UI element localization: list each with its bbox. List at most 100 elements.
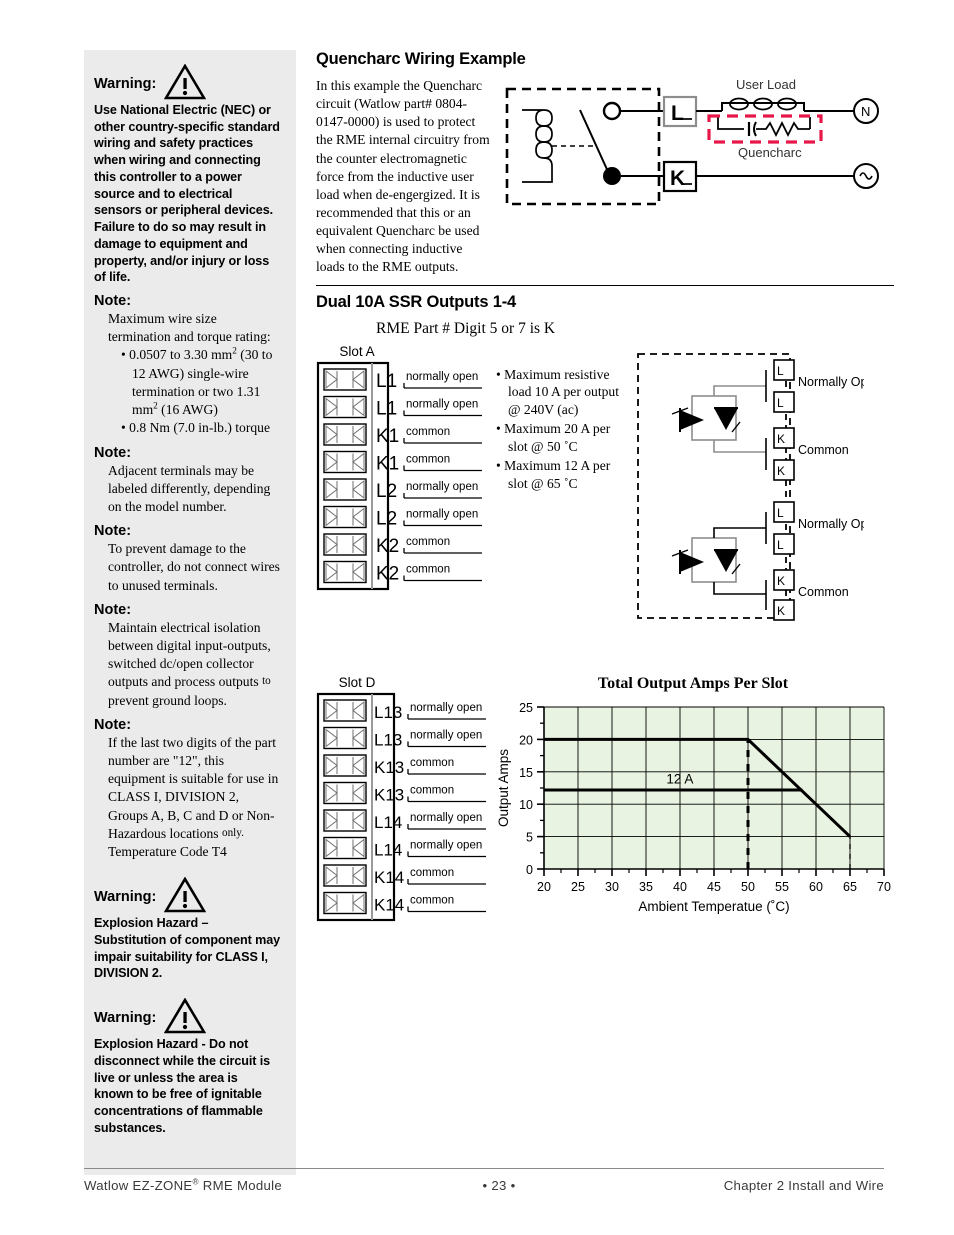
note-2-body: Adjacent terminals may be labeled differ… <box>108 462 271 514</box>
svg-text:K: K <box>777 432 785 446</box>
chart-xtick-label: 45 <box>707 880 721 894</box>
chart-ytick-label: 25 <box>519 701 533 715</box>
list-item: Maximum resistive load 10 A per output @… <box>496 366 632 420</box>
chart-xtick-label: 30 <box>605 880 619 894</box>
terminal-name: K13 <box>374 758 404 777</box>
schematic-normally-open-label-2: Normally Open <box>798 517 864 531</box>
warning-3-header: Warning: <box>94 998 280 1034</box>
slot-d-block: Slot D L13 normally open L13 normally open K… <box>316 674 500 928</box>
slot-a-terminal-strip: L1 normally open L1 normally open K1 common K1… <box>316 361 496 590</box>
node-n-label: N <box>861 104 870 119</box>
warning-3-label: Warning: <box>94 1010 157 1027</box>
sidebar-notes-panel: Warning: Use National Electric (NEC) or … <box>84 50 296 1175</box>
chart-ytick-label: 5 <box>526 830 533 844</box>
ssr-subtitle: RME Part # Digit 5 or 7 is K <box>376 319 556 337</box>
note-3-body: To prevent damage to the controller, do … <box>108 541 280 593</box>
terminal-name: L1 <box>376 371 397 392</box>
schematic-normally-open-label-1: Normally Open <box>798 375 864 389</box>
slot-d-chart-row: Slot D L13 normally open L13 normally open K… <box>316 675 894 928</box>
footer-right: Chapter 2 Install and Wire <box>723 1178 884 1193</box>
note-1-label: Note: <box>94 293 132 310</box>
svg-text:K: K <box>777 464 785 478</box>
page-footer: Watlow EZ-ZONE® RME Module • 23 • Chapte… <box>84 1168 884 1193</box>
chart-xtick-label: 40 <box>673 880 687 894</box>
chart-ytick-label: 20 <box>519 733 533 747</box>
chart-xtick-label: 50 <box>741 880 755 894</box>
terminal-name: L13 <box>374 703 402 722</box>
chart-ytick-label: 10 <box>519 798 533 812</box>
ssr-heading: Dual 10A SSR Outputs 1-4 <box>316 292 516 311</box>
chart-xtick-label: 35 <box>639 880 653 894</box>
terminal-function: common <box>410 757 454 769</box>
terminal-name: K2 <box>376 563 399 584</box>
slot-d-caption: Slot D <box>338 674 376 690</box>
warning-triangle-icon <box>164 64 207 100</box>
terminal-name: L1 <box>376 398 397 419</box>
list-item: Maximum 12 A per slot @ 65 ˚C <box>496 457 632 493</box>
terminal-function: common <box>410 784 454 796</box>
terminal-name: K2 <box>376 536 399 557</box>
note-3-label: Note: <box>94 523 132 540</box>
warning-1-header: Warning: <box>94 64 280 100</box>
user-load-label: User Load <box>736 77 796 92</box>
terminal-name: K14 <box>374 895 404 914</box>
terminal-function: common <box>406 426 450 438</box>
warning-1-label: Warning: <box>94 76 157 92</box>
note-1-bullets: 0.0507 to 3.30 mm2 (30 to 12 AWG) single… <box>108 346 280 437</box>
terminal-function: common <box>410 894 454 906</box>
chart-xtick-label: 25 <box>571 880 585 894</box>
terminal-name: L14 <box>374 840 402 859</box>
footer-left: Watlow EZ-ZONE® RME Module <box>84 1177 282 1193</box>
svg-text:K: K <box>777 604 785 618</box>
chart-xlabel: Ambient Temperatue (˚C) <box>638 899 789 914</box>
terminal-name: L2 <box>376 508 397 529</box>
warning-2-label: Warning: <box>94 889 157 906</box>
note-1-body: Maximum wire size termination and torque… <box>94 310 280 437</box>
terminal-function: common <box>406 536 450 548</box>
chart-xtick-label: 65 <box>843 880 857 894</box>
slot-a-caption: Slot A <box>339 343 375 359</box>
quencharc-section: In this example the Quencharc circuit (W… <box>316 77 894 277</box>
schematic-common-label-1: Common <box>798 443 849 457</box>
chart-ytick-label: 15 <box>519 765 533 779</box>
terminal-function: normally open <box>410 702 482 714</box>
warning-2-body: Explosion Hazard – Substitution of compo… <box>94 916 281 981</box>
warning-1-body: Use National Electric (NEC) or other cou… <box>94 103 280 285</box>
chart-annotation: 12 A <box>666 771 693 786</box>
section-divider <box>316 284 894 286</box>
output-amps-chart: 0 5 10 15 20 25 20 25 30 35 40 45 50 55 60 65 70 12 A Ambi… <box>496 701 891 914</box>
terminal-function: normally open <box>406 508 478 520</box>
schematic-common-label-2: Common <box>798 585 849 599</box>
svg-text:L: L <box>777 396 784 410</box>
warning-2-header: Warning: <box>94 877 280 913</box>
svg-text:L: L <box>777 364 784 378</box>
note-4-label: Note: <box>94 601 132 618</box>
slot-a-block: Slot A L1 normally open L1 normally open K1 c… <box>316 343 496 627</box>
terminal-function: common <box>406 453 450 465</box>
chart-block: Total Output Amps Per Slot 0 5 10 15 20 25 20 2… <box>492 675 894 928</box>
main-content: Quencharc Wiring Example In this example… <box>316 50 894 928</box>
quencharc-schematic-svg: L K User Load N Quencharc <box>505 77 879 206</box>
terminal-function: normally open <box>410 839 482 851</box>
terminal-name: L2 <box>376 481 397 502</box>
quencharc-diagram: L K User Load N Quencharc <box>504 77 894 277</box>
chart-xtick-label: 70 <box>877 880 891 894</box>
note-2-label: Note: <box>94 444 132 461</box>
note-5-label: Note: <box>94 716 132 733</box>
terminal-function: normally open <box>406 481 478 493</box>
terminal-name: K14 <box>374 868 404 887</box>
list-item: Maximum 20 A per slot @ 50 ˚C <box>496 420 632 456</box>
svg-text:L: L <box>777 506 784 520</box>
chart-xtick-label: 55 <box>775 880 789 894</box>
warning-triangle-icon <box>164 877 207 913</box>
ssr-section: Slot A L1 normally open L1 normally open K1 c… <box>316 344 894 627</box>
list-item: 0.0507 to 3.30 mm2 (30 to 12 AWG) single… <box>121 346 280 419</box>
note-5-body: If the last two digits of the part numbe… <box>108 734 279 859</box>
terminal-function: normally open <box>406 398 478 410</box>
svg-text:L: L <box>777 538 784 552</box>
quencharc-label: Quencharc <box>738 145 802 160</box>
terminal-name: L13 <box>374 730 402 749</box>
quencharc-heading: Quencharc Wiring Example <box>316 50 526 68</box>
terminal-function: normally open <box>410 729 482 741</box>
chart-xtick-label: 20 <box>537 880 551 894</box>
